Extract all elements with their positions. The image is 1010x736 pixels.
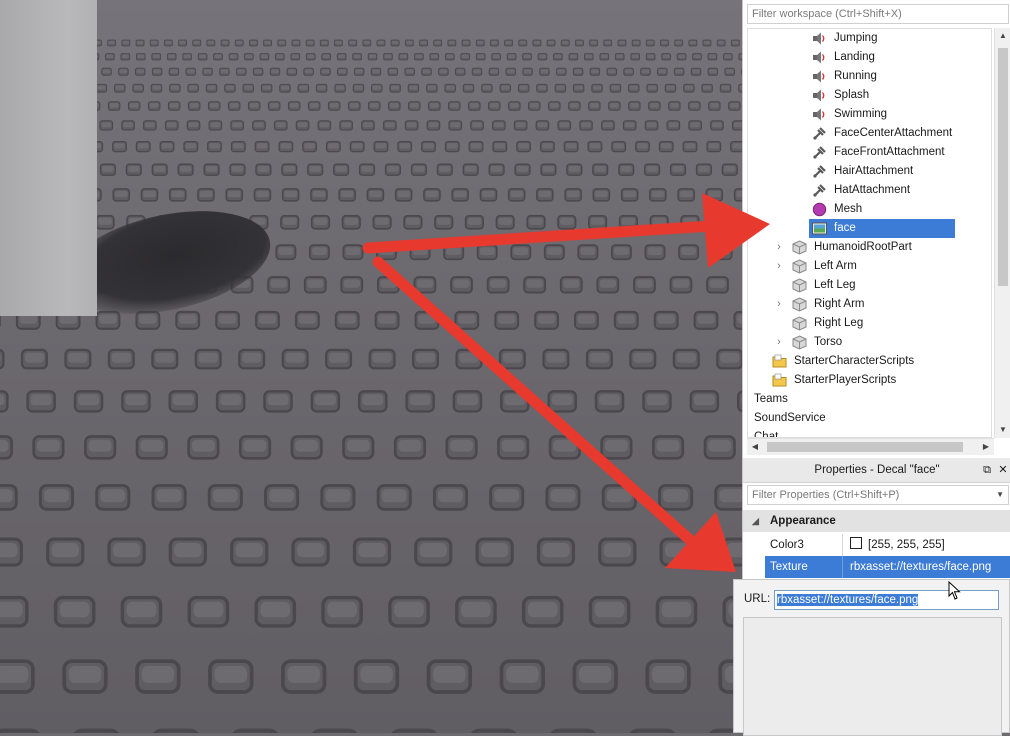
- scroll-up-icon[interactable]: ▲: [995, 28, 1010, 44]
- tree-item-label: Right Leg: [814, 314, 863, 333]
- tree-item-label: Left Leg: [814, 276, 856, 295]
- scrollbar-thumb[interactable]: [767, 442, 963, 452]
- studded-baseplate: [0, 0, 742, 733]
- part-icon: [792, 259, 807, 274]
- tree-item-face[interactable]: face: [748, 219, 992, 238]
- part-icon: [792, 316, 807, 331]
- tree-item-label: StarterCharacterScripts: [794, 352, 914, 371]
- tree-item-label: face: [834, 219, 856, 238]
- properties-title: Properties - Decal "face": [814, 464, 939, 476]
- tree-item-label: SoundService: [754, 409, 826, 428]
- sound-icon: [812, 107, 827, 122]
- color3-value[interactable]: [255, 255, 255]: [845, 534, 1010, 556]
- tree-item-label: Splash: [834, 86, 869, 105]
- property-row-texture[interactable]: Texture rbxasset://textures/face.png: [765, 556, 1010, 578]
- scroll-right-icon[interactable]: ▶: [978, 439, 994, 455]
- sound-icon: [812, 69, 827, 84]
- section-appearance[interactable]: ◢ Appearance: [743, 510, 1010, 532]
- explorer-panel: Filter workspace (Ctrl+Shift+X) JumpingL…: [742, 0, 1010, 458]
- collapse-icon[interactable]: ◢: [752, 510, 759, 532]
- expand-chevron-icon[interactable]: ›: [774, 333, 784, 352]
- tree-item-facefrontattachment[interactable]: FaceFrontAttachment: [748, 143, 992, 162]
- scrollbar-thumb[interactable]: [998, 48, 1008, 286]
- tree-item-label: FaceCenterAttachment: [834, 124, 952, 143]
- spawn-wall-part[interactable]: [0, 0, 97, 316]
- tree-item-label: Landing: [834, 48, 875, 67]
- expand-chevron-icon[interactable]: ›: [774, 238, 784, 257]
- tree-item-facecenterattachment[interactable]: FaceCenterAttachment: [748, 124, 992, 143]
- mesh-icon: [812, 202, 827, 217]
- tree-item-landing[interactable]: Landing: [748, 48, 992, 67]
- tree-item-right-leg[interactable]: Right Leg: [748, 314, 992, 333]
- tree-item-soundservice[interactable]: SoundService: [748, 409, 992, 428]
- folder-icon: [772, 354, 787, 369]
- tree-item-splash[interactable]: Splash: [748, 86, 992, 105]
- tree-item-label: Left Arm: [814, 257, 857, 276]
- url-input[interactable]: rbxasset://textures/face.png: [774, 590, 999, 610]
- attachment-icon: [812, 164, 827, 179]
- tree-item-label: Jumping: [834, 29, 877, 48]
- property-row-color3[interactable]: Color3 [255, 255, 255]: [765, 534, 1010, 556]
- sound-icon: [812, 50, 827, 65]
- folder-icon: [772, 373, 787, 388]
- explorer-horizontal-scrollbar[interactable]: ◀ ▶: [747, 438, 994, 455]
- tree-item-humanoidrootpart[interactable]: › HumanoidRootPart: [748, 238, 992, 257]
- scroll-down-icon[interactable]: ▼: [995, 422, 1010, 438]
- sound-icon: [812, 31, 827, 46]
- explorer-tree: JumpingLandingRunningSplashSwimmingFaceC…: [747, 28, 992, 438]
- tree-item-label: Right Arm: [814, 295, 865, 314]
- part-icon: [792, 335, 807, 350]
- expand-chevron-icon[interactable]: ›: [774, 257, 784, 276]
- tree-item-running[interactable]: Running: [748, 67, 992, 86]
- tree-item-right-arm[interactable]: › Right Arm: [748, 295, 992, 314]
- tree-item-label: HumanoidRootPart: [814, 238, 912, 257]
- chevron-down-icon[interactable]: ▼: [996, 486, 1004, 504]
- url-popup: URL: rbxasset://textures/face.png: [733, 579, 1010, 733]
- tree-item-starterplayerscripts[interactable]: StarterPlayerScripts: [748, 371, 992, 390]
- explorer-filter-input[interactable]: Filter workspace (Ctrl+Shift+X): [747, 4, 1009, 24]
- close-icon[interactable]: ✕: [996, 458, 1010, 482]
- tree-item-label: HatAttachment: [834, 181, 910, 200]
- texture-preview: [743, 617, 1002, 736]
- 3d-viewport[interactable]: [0, 0, 742, 733]
- tree-item-label: HairAttachment: [834, 162, 913, 181]
- explorer-vertical-scrollbar[interactable]: ▲ ▼: [994, 28, 1010, 438]
- tree-item-left-leg[interactable]: Left Leg: [748, 276, 992, 295]
- texture-value[interactable]: rbxasset://textures/face.png: [845, 556, 1010, 578]
- color-swatch[interactable]: [850, 537, 862, 549]
- tree-item-swimming[interactable]: Swimming: [748, 105, 992, 124]
- attachment-icon: [812, 126, 827, 141]
- scroll-left-icon[interactable]: ◀: [747, 439, 763, 455]
- tree-item-left-arm[interactable]: › Left Arm: [748, 257, 992, 276]
- tree-item-mesh[interactable]: Mesh: [748, 200, 992, 219]
- tree-item-label: Swimming: [834, 105, 887, 124]
- attachment-icon: [812, 145, 827, 160]
- tree-item-label: FaceFrontAttachment: [834, 143, 945, 162]
- tree-item-startercharacterscripts[interactable]: StarterCharacterScripts: [748, 352, 992, 371]
- tree-item-chat[interactable]: Chat: [748, 428, 992, 438]
- tree-item-hatattachment[interactable]: HatAttachment: [748, 181, 992, 200]
- properties-filter-input[interactable]: Filter Properties (Ctrl+Shift+P) ▼: [747, 485, 1009, 505]
- part-icon: [792, 240, 807, 255]
- tree-item-hairattachment[interactable]: HairAttachment: [748, 162, 992, 181]
- tree-item-label: StarterPlayerScripts: [794, 371, 896, 390]
- sound-icon: [812, 88, 827, 103]
- tree-item-teams[interactable]: Teams: [748, 390, 992, 409]
- tree-item-label: Chat: [754, 428, 778, 438]
- tree-item-label: Running: [834, 67, 877, 86]
- part-icon: [792, 278, 807, 293]
- part-icon: [792, 297, 807, 312]
- tree-item-torso[interactable]: › Torso: [748, 333, 992, 352]
- tree-item-jumping[interactable]: Jumping: [748, 29, 992, 48]
- dock-icon[interactable]: ⧉: [980, 458, 994, 482]
- attachment-icon: [812, 183, 827, 198]
- tree-item-label: Teams: [754, 390, 788, 409]
- mouse-cursor-icon: [948, 581, 962, 601]
- decal-icon: [812, 221, 827, 236]
- expand-chevron-icon[interactable]: ›: [774, 295, 784, 314]
- tree-item-label: Mesh: [834, 200, 862, 219]
- tree-item-label: Torso: [814, 333, 842, 352]
- properties-title-bar: Properties - Decal "face" ⧉ ✕: [743, 458, 1010, 483]
- url-label: URL:: [744, 593, 770, 605]
